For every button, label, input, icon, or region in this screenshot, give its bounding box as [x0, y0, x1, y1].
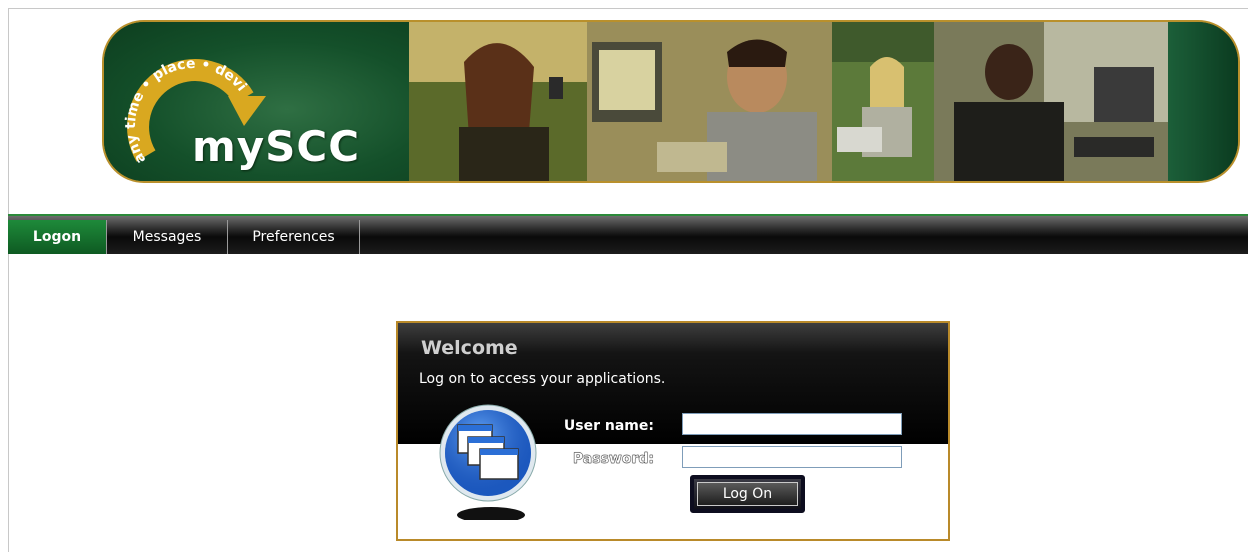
tab-logon[interactable]: Logon — [8, 220, 107, 254]
welcome-subtitle: Log on to access your applications. — [419, 371, 666, 387]
banner: any time • place • device mySCC — [102, 20, 1240, 183]
login-panel: Welcome Log on to access your applicatio… — [396, 321, 950, 541]
banner-photo-student-phone — [409, 22, 587, 181]
password-label: Password: — [572, 451, 654, 467]
log-on-button-label: Log On — [697, 482, 798, 506]
username-label: User name: — [563, 418, 654, 434]
welcome-title: Welcome — [421, 337, 518, 359]
log-on-button[interactable]: Log On — [690, 475, 805, 513]
username-input[interactable] — [682, 413, 902, 435]
nav-bar: Logon Messages Preferences — [8, 214, 1248, 254]
tab-preferences[interactable]: Preferences — [228, 220, 360, 254]
logo-text: mySCC — [192, 122, 361, 171]
tab-messages[interactable]: Messages — [107, 220, 228, 254]
password-input[interactable] — [682, 446, 902, 468]
banner-photo-student-headphones — [934, 22, 1168, 181]
banner-photo-student-computer — [587, 22, 832, 181]
applications-icon — [436, 395, 546, 524]
banner-photo-student-laptop — [832, 22, 934, 181]
banner-edge — [1168, 22, 1238, 181]
